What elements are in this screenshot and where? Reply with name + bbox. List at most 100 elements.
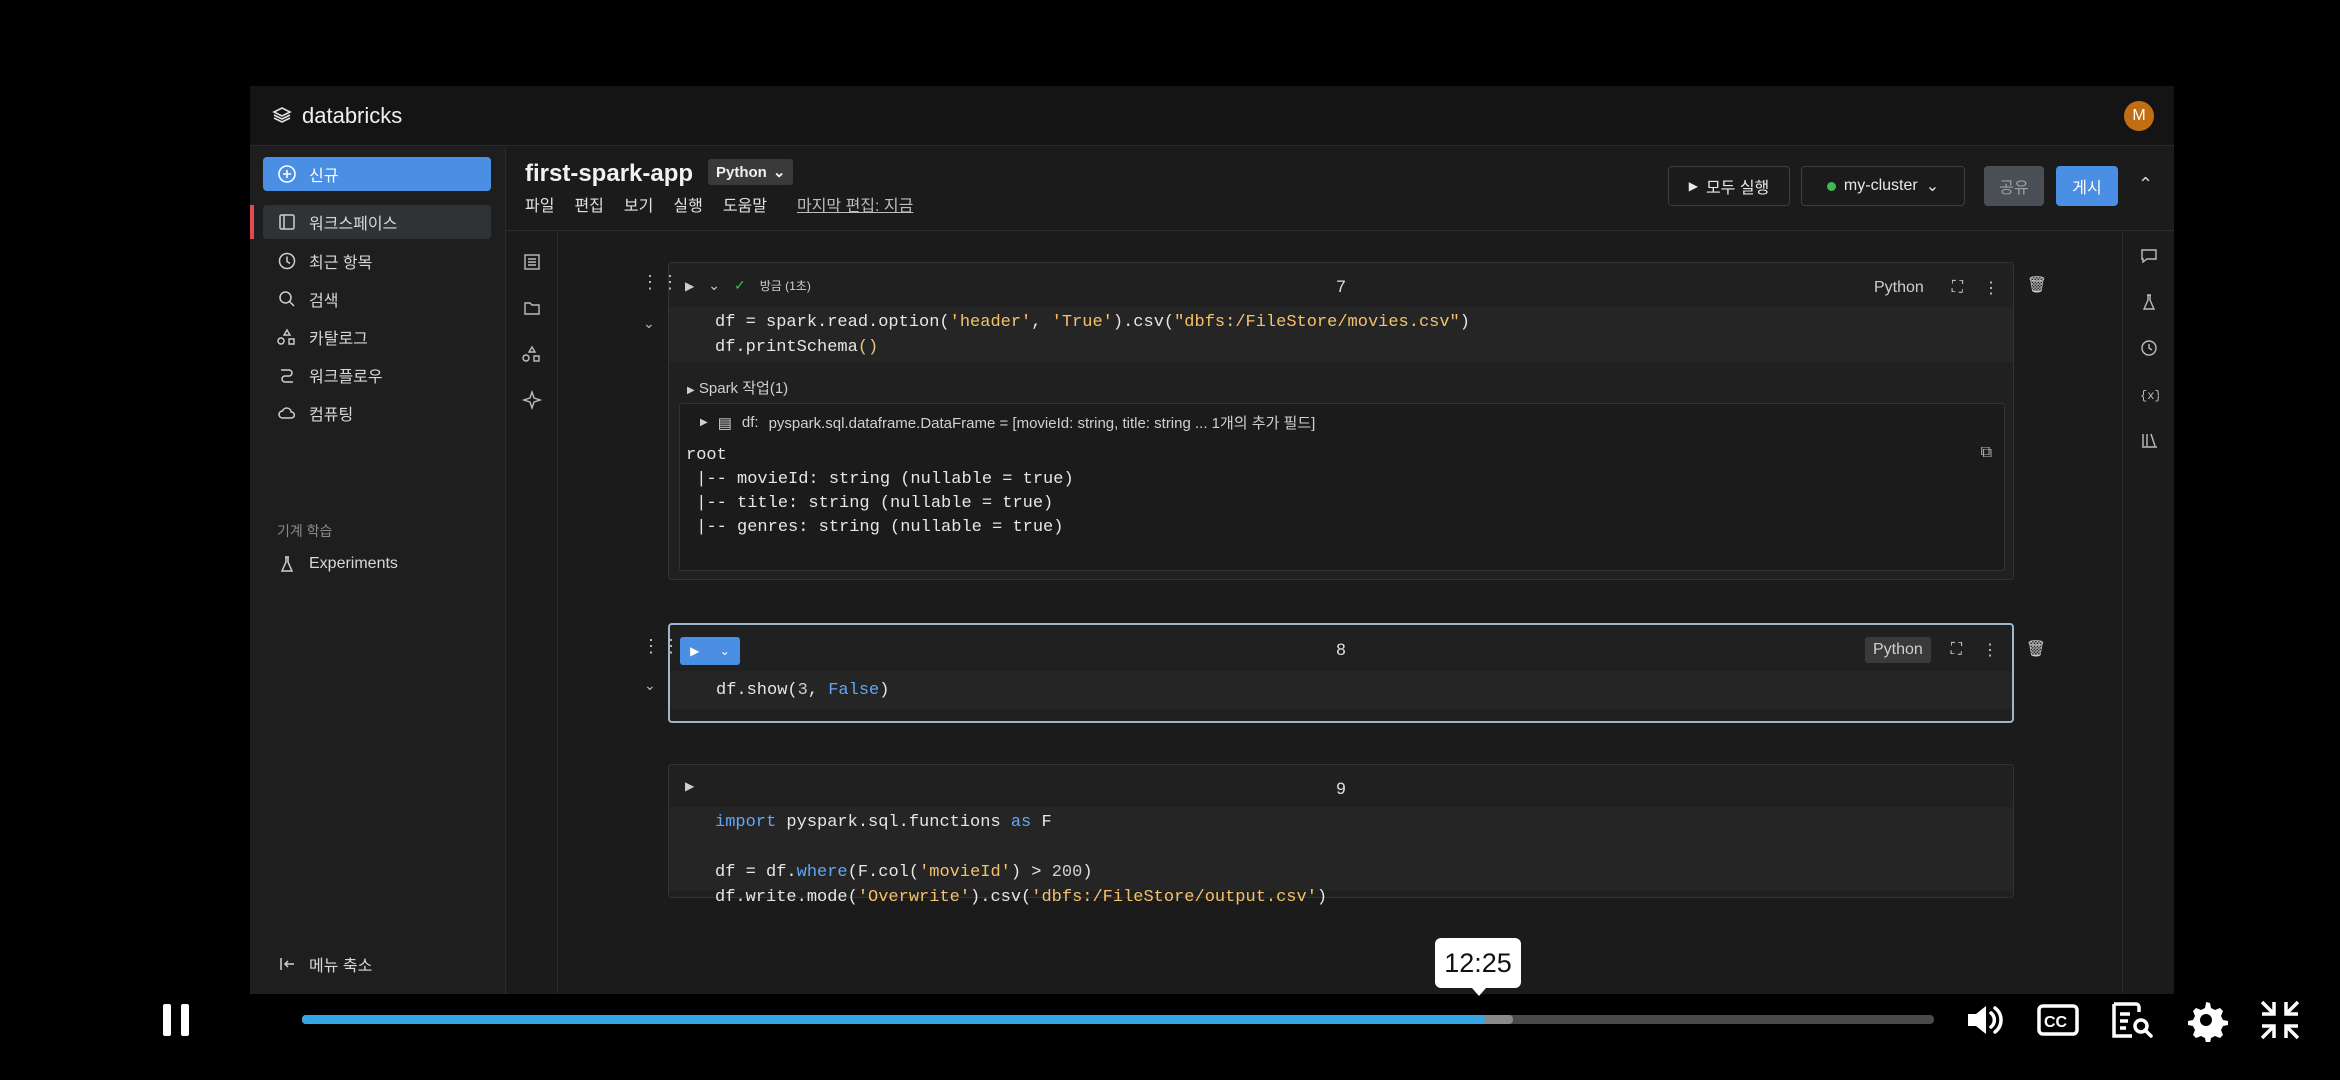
- clock-icon: [277, 251, 297, 271]
- flask-icon: [277, 554, 297, 574]
- volume-button[interactable]: [1962, 998, 2006, 1042]
- last-edit-link[interactable]: 마지막 편집: 지금: [797, 192, 913, 216]
- svg-text:CC: CC: [2044, 1014, 2068, 1031]
- library-icon[interactable]: [2139, 430, 2159, 450]
- sidebar-item-label: 최근 항목: [309, 255, 373, 272]
- closed-captions-icon: CC: [2037, 1004, 2079, 1036]
- dataframe-info[interactable]: ▶ ▤ df: pyspark.sql.dataframe.DataFrame …: [700, 412, 1315, 433]
- seek-bar[interactable]: [302, 1015, 1934, 1024]
- sidebar-item-experiments[interactable]: Experiments: [263, 547, 491, 581]
- sidebar-item-compute[interactable]: 컴퓨팅: [263, 396, 491, 430]
- sidebar-item-workspace[interactable]: 워크스페이스: [263, 205, 491, 239]
- exit-fullscreen-button[interactable]: [2258, 998, 2302, 1042]
- cloud-icon: [277, 403, 297, 423]
- df-schema: pyspark.sql.dataframe.DataFrame = [movie…: [768, 415, 1316, 432]
- new-button[interactable]: 신규: [263, 157, 491, 191]
- expand-icon[interactable]: ⛶: [1952, 279, 1963, 297]
- transcript-search-button[interactable]: [2110, 998, 2154, 1042]
- menu-run[interactable]: 실행: [673, 192, 702, 216]
- sidebar-item-recent[interactable]: 최근 항목: [263, 244, 491, 278]
- notebook-cell-9[interactable]: ▶ 9 import pyspark.sql.functions as F df…: [668, 764, 2014, 907]
- comment-icon[interactable]: [2139, 246, 2159, 266]
- settings-button[interactable]: [2184, 998, 2228, 1042]
- active-indicator: [250, 205, 254, 239]
- collapse-cell-icon[interactable]: ⌄: [643, 315, 655, 332]
- sidebar-item-search[interactable]: 검색: [263, 282, 491, 316]
- workspace-icon: [277, 212, 297, 232]
- collapse-cell-icon[interactable]: ⌄: [644, 677, 656, 694]
- spark-jobs-toggle[interactable]: ▶ Spark 작업(1): [687, 377, 788, 398]
- collapse-sidebar-icon: [277, 954, 297, 974]
- cell-number: 7: [1336, 277, 1346, 296]
- share-button[interactable]: 공유: [1984, 166, 2044, 206]
- databricks-logo[interactable]: databricks: [272, 103, 402, 129]
- notebook-cell-8[interactable]: ⋮⋮ ⌄ ▶ ⌄ 8 Python ⛶ ⋮ 🗑 df.show(3, False…: [642, 623, 2046, 723]
- run-all-button[interactable]: ▶ 모두 실행: [1668, 166, 1790, 206]
- variables-icon[interactable]: {x}: [2139, 384, 2162, 404]
- chevron-up-icon[interactable]: ⌃: [2138, 174, 2153, 195]
- output-line: |-- movieId: string (nullable = true): [686, 470, 1074, 489]
- collapse-menu-button[interactable]: 메뉴 축소: [263, 947, 491, 981]
- sidebar-item-label: 워크플로우: [309, 369, 383, 386]
- df-variable: df:: [741, 414, 759, 431]
- right-rail: {x} ⌘: [2122, 231, 2174, 994]
- chevron-down-icon: ⌄: [772, 164, 786, 181]
- sidebar: 신규 워크스페이스 최근 항목 검색 카탈로그 워크플로우 컴퓨팅 기계 학습: [250, 147, 506, 994]
- notebook-title[interactable]: first-spark-app: [525, 160, 693, 188]
- cell-number: 9: [1336, 779, 1346, 798]
- volume-icon: [1968, 1006, 2003, 1034]
- play-icon: ▶: [1688, 179, 1698, 193]
- expand-icon[interactable]: ⛶: [1951, 641, 1962, 659]
- delete-cell-icon[interactable]: 🗑: [2026, 639, 2046, 659]
- cluster-selector[interactable]: my-cluster ⌄: [1801, 166, 1965, 206]
- workflow-icon: [277, 365, 297, 385]
- time-tooltip: 12:25: [1435, 938, 1521, 996]
- chevron-down-icon: ⌄: [1925, 178, 1940, 195]
- cluster-name: my-cluster: [1843, 177, 1918, 194]
- svg-text:{x}: {x}: [2140, 389, 2159, 403]
- sidebar-item-label: 검색: [309, 293, 339, 310]
- flask-icon[interactable]: [2139, 292, 2159, 312]
- cell-language[interactable]: Python: [1864, 637, 1931, 663]
- cell-output: ▶ ▤ df: pyspark.sql.dataframe.DataFrame …: [679, 403, 2005, 571]
- catalog-icon: [277, 327, 297, 347]
- code-text: df = spark.read.option('header', 'True')…: [715, 313, 1470, 357]
- transcript-search-icon: [2112, 1002, 2153, 1038]
- output-line: |-- title: string (nullable = true): [686, 494, 1054, 513]
- sidebar-item-label: 카탈로그: [309, 331, 368, 348]
- captions-button[interactable]: CC: [2036, 998, 2080, 1042]
- language-selector[interactable]: Python ⌄: [708, 159, 794, 185]
- more-vertical-icon[interactable]: ⋮: [1982, 640, 1998, 660]
- caret-right-icon: ▶: [687, 385, 695, 396]
- sidebar-item-workflow[interactable]: 워크플로우: [263, 358, 491, 392]
- notebook-menubar: 파일 편집 보기 실행 도움말 마지막 편집: 지금: [525, 192, 913, 216]
- menu-file[interactable]: 파일: [525, 192, 554, 216]
- delete-cell-icon[interactable]: 🗑: [2027, 275, 2047, 295]
- avatar[interactable]: M: [2124, 101, 2154, 131]
- copy-icon[interactable]: ⧉: [1981, 444, 1992, 462]
- menu-help[interactable]: 도움말: [723, 192, 767, 216]
- caret-right-icon: ▶: [700, 417, 708, 428]
- sidebar-item-label: 컴퓨팅: [309, 407, 354, 424]
- history-icon[interactable]: [2139, 338, 2159, 358]
- cell-number: 8: [1336, 640, 1346, 659]
- played-bar: [302, 1015, 1486, 1024]
- assistant-sparkle-icon[interactable]: [521, 389, 543, 411]
- collapse-label: 메뉴 축소: [309, 958, 373, 975]
- shapes-icon[interactable]: [522, 344, 542, 364]
- menu-view[interactable]: 보기: [624, 192, 653, 216]
- sidebar-item-catalog[interactable]: 카탈로그: [263, 320, 491, 354]
- cell-language[interactable]: Python: [1866, 275, 1932, 301]
- pause-button[interactable]: [154, 998, 198, 1042]
- folder-icon[interactable]: [522, 298, 542, 318]
- publish-button[interactable]: 게시: [2056, 166, 2118, 206]
- gear-icon: [2188, 1002, 2228, 1042]
- more-vertical-icon[interactable]: ⋮: [1983, 278, 1999, 298]
- search-icon: [277, 289, 297, 309]
- menu-edit[interactable]: 편집: [574, 192, 603, 216]
- notebook-cell-7[interactable]: ⋮⋮ ⌄ ▶ ⌄ ✓ 방금 (1초) 7 Python ⛶ ⋮ 🗑 df = s…: [641, 262, 2047, 580]
- table-of-contents-icon[interactable]: [522, 252, 542, 272]
- code-text: import pyspark.sql.functions as F df = d…: [715, 813, 1328, 907]
- sidebar-item-label: 워크스페이스: [309, 216, 398, 233]
- pause-icon: [163, 1004, 189, 1036]
